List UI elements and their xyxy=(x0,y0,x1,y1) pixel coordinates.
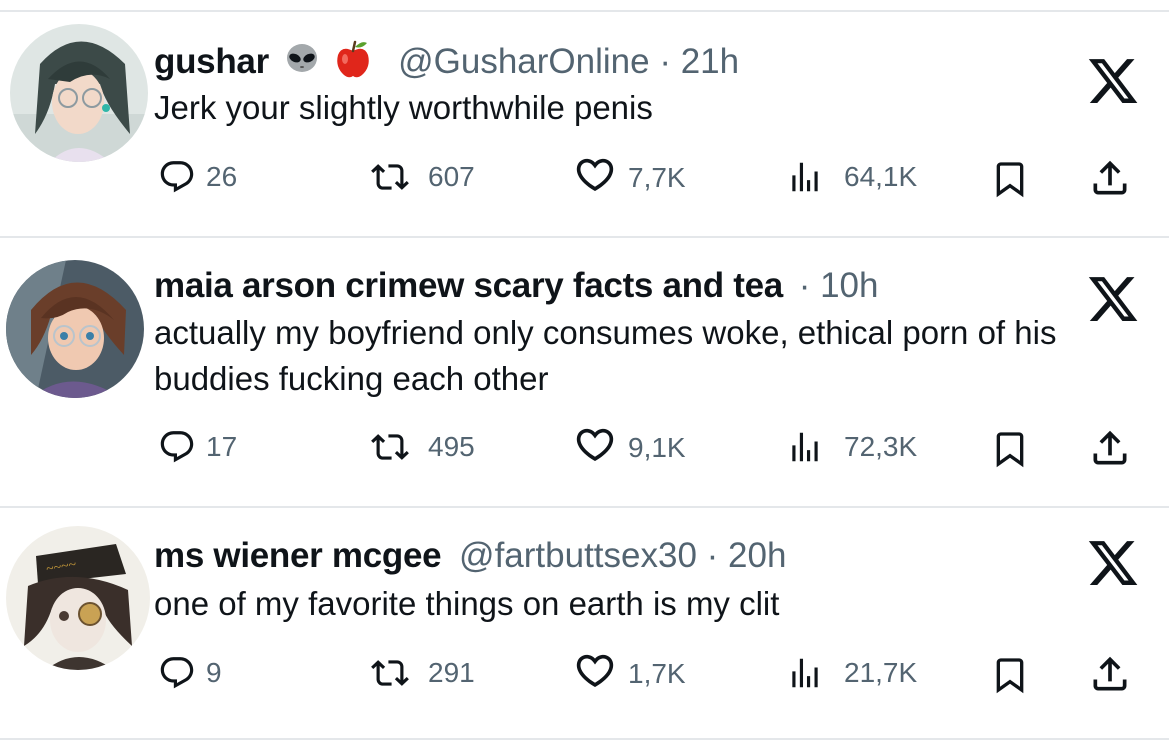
timestamp[interactable]: 20h xyxy=(728,536,786,575)
tweet-feed: gushar @GusharOnline · 21h Jerk your sli… xyxy=(0,0,1169,751)
share-button[interactable] xyxy=(1088,426,1132,470)
bookmark-icon xyxy=(990,654,1030,696)
share-button[interactable] xyxy=(1088,156,1132,200)
separator-dot: · xyxy=(659,41,671,81)
alien-icon xyxy=(285,42,319,85)
reply-icon xyxy=(158,158,196,196)
retweet-icon xyxy=(362,428,418,466)
retweet-count: 495 xyxy=(428,431,475,462)
like-button[interactable]: 7,7K xyxy=(572,158,686,198)
divider xyxy=(0,738,1169,740)
avatar[interactable]: ~~~~ xyxy=(6,526,150,670)
tweet-text: Jerk your slightly worthwhile penis xyxy=(154,89,653,126)
share-button[interactable] xyxy=(1088,652,1132,696)
reply-button[interactable]: 26 xyxy=(158,158,237,196)
display-name[interactable]: maia arson crimew scary facts and tea xyxy=(154,266,783,305)
bookmark-button[interactable] xyxy=(990,654,1030,696)
bookmark-button[interactable] xyxy=(990,158,1030,200)
like-button[interactable]: 1,7K xyxy=(572,654,686,694)
heart-icon xyxy=(572,654,618,694)
heart-icon xyxy=(572,428,618,468)
views-button[interactable]: 72,3K xyxy=(786,428,917,466)
handle[interactable]: @fartbuttsex30 xyxy=(459,536,697,575)
bookmark-icon xyxy=(990,428,1030,470)
reply-count: 9 xyxy=(206,657,222,688)
avatar[interactable] xyxy=(6,260,144,398)
reply-count: 17 xyxy=(206,431,238,462)
separator-dot: · xyxy=(706,536,719,575)
display-name[interactable]: gushar xyxy=(154,42,269,81)
tweet-text: actually my boyfriend only consumes woke… xyxy=(154,314,1057,397)
retweet-button[interactable]: 495 xyxy=(362,428,475,466)
views-button[interactable]: 64,1K xyxy=(786,158,917,196)
retweet-icon xyxy=(362,654,418,692)
views-icon xyxy=(786,158,824,196)
share-icon xyxy=(1088,426,1132,470)
retweet-button[interactable]: 291 xyxy=(362,654,475,692)
retweet-icon xyxy=(362,158,418,196)
tweet-text: one of my favorite things on earth is my… xyxy=(154,585,780,622)
share-icon xyxy=(1088,156,1132,200)
tweet-header: maia arson crimew scary facts and tea · … xyxy=(154,266,878,306)
retweet-button[interactable]: 607 xyxy=(362,158,475,196)
heart-icon xyxy=(572,158,618,198)
views-icon xyxy=(786,428,824,466)
apple-icon xyxy=(334,39,372,88)
reply-count: 26 xyxy=(206,161,238,192)
share-icon xyxy=(1088,652,1132,696)
avatar[interactable] xyxy=(10,24,148,162)
bookmark-button[interactable] xyxy=(990,428,1030,470)
like-count: 9,1K xyxy=(628,432,686,463)
tweet-1[interactable]: gushar @GusharOnline · 21h Jerk your sli… xyxy=(0,12,1169,238)
timestamp[interactable]: 21h xyxy=(681,42,739,81)
tweet-3[interactable]: ~~~~ ms wiener mcgee @fartbuttsex30 · 20… xyxy=(0,508,1169,740)
views-count: 21,7K xyxy=(844,657,918,688)
tweet-header: gushar @GusharOnline · 21h xyxy=(154,39,739,88)
bookmark-icon xyxy=(990,158,1030,200)
display-name[interactable]: ms wiener mcgee xyxy=(154,536,442,575)
reply-button[interactable]: 17 xyxy=(158,428,237,466)
timestamp[interactable]: 10h xyxy=(820,266,878,305)
reply-icon xyxy=(158,654,196,692)
retweet-count: 607 xyxy=(428,161,475,192)
views-count: 64,1K xyxy=(844,161,918,192)
reply-button[interactable]: 9 xyxy=(158,654,222,692)
views-icon xyxy=(786,654,824,692)
reply-icon xyxy=(158,428,196,466)
like-count: 7,7K xyxy=(628,162,686,193)
views-count: 72,3K xyxy=(844,431,918,462)
separator-dot: · xyxy=(798,266,811,305)
tweet-header: ms wiener mcgee @fartbuttsex30 · 20h xyxy=(154,536,786,576)
views-button[interactable]: 21,7K xyxy=(786,654,917,692)
retweet-count: 291 xyxy=(428,657,475,688)
like-count: 1,7K xyxy=(628,658,686,689)
tweet-2[interactable]: maia arson crimew scary facts and tea · … xyxy=(0,238,1169,506)
handle[interactable]: @GusharOnline xyxy=(398,42,649,81)
like-button[interactable]: 9,1K xyxy=(572,428,686,468)
